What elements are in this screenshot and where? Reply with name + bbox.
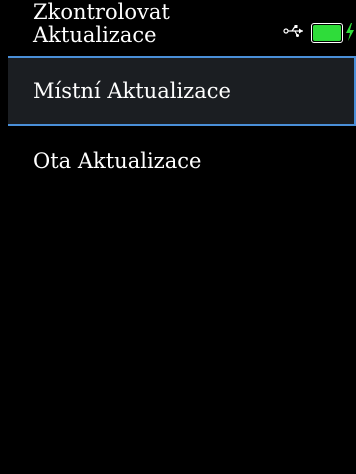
menu-item-ota-update[interactable]: Ota Aktualizace [0,126,356,196]
battery-outline [311,23,343,43]
page-title: Zkontrolovat Aktualizace [33,0,170,47]
usb-icon [283,25,303,37]
battery-fill [313,25,341,41]
battery-icon [311,23,343,43]
screen: Zkontrolovat Aktualizace Místní Aktualiz… [0,0,356,474]
charging-bolt-icon [346,23,354,41]
menu-item-label: Místní Aktualizace [33,79,231,103]
left-edge [0,0,8,474]
update-menu: Místní Aktualizace Ota Aktualizace [0,56,356,196]
menu-item-local-update[interactable]: Místní Aktualizace [0,56,356,126]
menu-item-label: Ota Aktualizace [33,149,202,173]
header-bar: Zkontrolovat Aktualizace [0,0,356,56]
